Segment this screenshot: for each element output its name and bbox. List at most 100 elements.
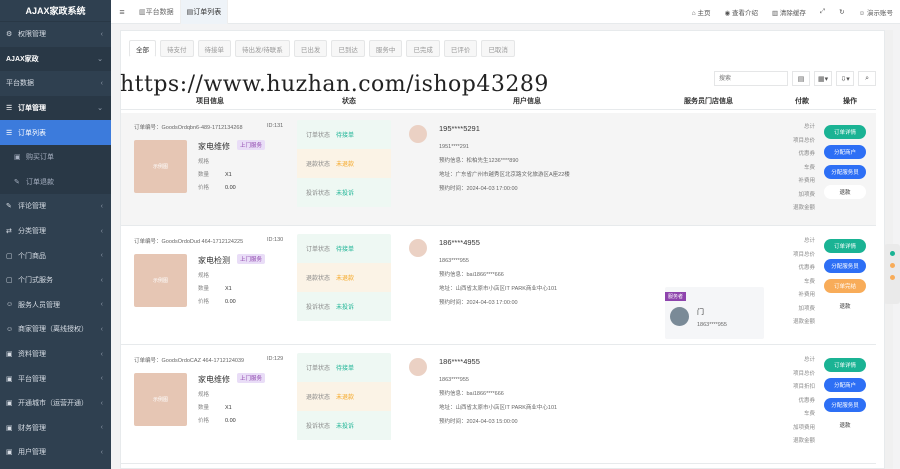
payment-label: 优惠券	[798, 397, 815, 404]
sidebar-item[interactable]: ☺ 服务人员管理 ‹	[0, 293, 111, 318]
user-avatar	[409, 125, 427, 143]
sidebar-item[interactable]: ▢ 个门式服务 ‹	[0, 268, 111, 293]
detail-label: 规格	[198, 273, 210, 279]
detail-label: 价格	[198, 299, 210, 305]
sidebar-item[interactable]: ☰ 订单列表	[0, 120, 111, 145]
sidebar-item[interactable]: 平台数据 ‹	[0, 71, 111, 96]
topbar-action[interactable]: ↻	[832, 8, 851, 16]
topbar-action[interactable]: ⌂ 主页	[685, 7, 718, 17]
status-tab[interactable]: 待出发/待联系	[235, 40, 290, 57]
action-button[interactable]: 退款	[824, 185, 866, 199]
sidebar-item[interactable]: ✎ 订单退款	[0, 169, 111, 195]
topbar-action[interactable]: ☺ 演示账号	[852, 7, 900, 17]
status-line: 投诉状态 未投诉	[297, 178, 391, 207]
action-button[interactable]: 分配商户	[824, 378, 866, 392]
sidebar-item[interactable]: ⚙ 权限管理 ‹	[0, 22, 111, 47]
payment-label: 项目总价	[792, 370, 815, 377]
status-dot-icon	[889, 263, 895, 268]
detail-line: 规格	[198, 156, 252, 169]
search-input[interactable]	[714, 71, 788, 86]
sidebar-item[interactable]: ▣ 开通城市（运营开通） ‹	[0, 391, 111, 416]
status-line: 订单状态 待接单	[297, 234, 391, 263]
product-details: 规格 数量 X1 价格 0.00	[198, 156, 252, 195]
action-buttons: 订单详情分配商户分配服务员退款	[824, 358, 869, 438]
status-tab[interactable]: 已评价	[443, 40, 478, 57]
detail-label: 数量	[198, 172, 210, 178]
action-button[interactable]: 退款	[824, 418, 866, 432]
action-buttons: 订单详情分配商户分配服务员退款	[824, 125, 869, 205]
action-button[interactable]: 分配服务员	[824, 165, 866, 179]
sidebar-item[interactable]: ▣ 购买订单	[0, 144, 111, 170]
user-detail-line: 预约信息：bai1866****666	[439, 391, 504, 397]
status-value: 待接单	[336, 133, 355, 139]
user-details: 1951****291 预约信息：松柏先生1236****890 地址：广东省广州市…	[439, 140, 570, 196]
detail-line: 价格 0.00	[198, 296, 252, 309]
export-icon[interactable]: ⇩▾	[836, 71, 855, 86]
action-button[interactable]: 订单详情	[824, 358, 866, 372]
payment-labels: 总计 项目总价 项目折扣 优惠券 车费 加项费用 退款金额	[768, 354, 815, 449]
sidebar-item-label: 订单管理	[18, 105, 46, 113]
payment-label: 总计	[803, 238, 815, 244]
topbar-action[interactable]: ◉ 查看介绍	[717, 7, 764, 17]
action-button[interactable]: 订单详情	[824, 239, 866, 253]
status-tab[interactable]: 已出发	[293, 40, 328, 57]
top-tab[interactable]: ▤ 订单列表	[180, 0, 229, 24]
status-tab[interactable]: 待接单	[197, 40, 231, 57]
floating-toolbar[interactable]	[884, 244, 900, 304]
topbar-action-label: 主页	[697, 9, 711, 17]
user-detail-line: 预约信息：bai1866****666	[439, 272, 504, 278]
status-tab[interactable]: 全部	[129, 40, 156, 57]
sidebar-item[interactable]: ▣ 用户管理 ‹	[0, 440, 111, 465]
action-button[interactable]: 分配商户	[824, 145, 866, 159]
sidebar-item[interactable]: AJAX家政 ⌄	[0, 46, 111, 72]
status-tab[interactable]: 服务中	[368, 40, 403, 57]
sidebar-item[interactable]: ☺ 商家管理（离线授权） ‹	[0, 317, 111, 342]
top-tab-label: 平台数据	[145, 8, 174, 16]
topbar-action[interactable]: ⤢	[813, 8, 832, 16]
status-tab[interactable]: 已到达	[331, 40, 365, 57]
status-tab[interactable]: 待支付	[160, 40, 194, 57]
provider-phone: 1863****955	[697, 322, 727, 328]
file-icon: ▣	[6, 375, 13, 383]
detail-label: 数量	[198, 405, 210, 411]
list-icon: ☰	[6, 105, 13, 113]
table-row: 订单编号：GoodsOrdoCAZ 464-1712124039 ID:129 示例…	[121, 346, 876, 464]
sidebar-item[interactable]: ▣ 资料管理 ‹	[0, 342, 111, 367]
product-name: 家电检测	[198, 256, 230, 265]
action-button[interactable]: 分配服务员	[824, 259, 866, 273]
sidebar-item[interactable]: ▣ 财务管理 ‹	[0, 416, 111, 441]
status-tab[interactable]: 已取消	[481, 40, 515, 57]
sidebar-item[interactable]: ▣ 平台管理 ‹	[0, 366, 111, 391]
status-tab[interactable]: 已完成	[406, 40, 440, 57]
sidebar-item[interactable]: ☰ 订单管理 ⌄	[0, 95, 111, 121]
sidebar-item[interactable]: ✎ 评论管理 ‹	[0, 194, 111, 219]
payment-label: 优惠券	[798, 151, 815, 157]
cart-icon: ▣	[14, 154, 21, 162]
topbar-action-label: 清除缓存	[779, 9, 806, 17]
columns-icon[interactable]: ▦▾	[814, 71, 833, 86]
provider-card: 服务者门 1863****955	[665, 287, 764, 339]
payment-label: 加项费用	[792, 424, 815, 431]
sidebar-item-label: 订单退款	[26, 178, 54, 186]
box-icon: ▢	[6, 277, 13, 285]
sidebar-item[interactable]: ⇄ 分类管理 ‹	[0, 219, 111, 244]
action-button[interactable]: 订单详情	[824, 125, 866, 139]
box-icon: ▢	[6, 252, 13, 260]
toggle-view-icon[interactable]: ▤	[792, 71, 810, 86]
action-button[interactable]: 分配服务员	[824, 398, 866, 412]
menu-toggle-icon[interactable]: ≡	[111, 7, 133, 17]
action-button[interactable]: 退款	[824, 299, 866, 313]
action-button[interactable]: 订单完结	[824, 279, 866, 293]
detail-line: 数量 X1	[198, 402, 252, 415]
top-tab[interactable]: ▥ 平台数据	[133, 0, 181, 24]
user-icon: ☺	[858, 9, 867, 17]
sidebar-item-label: 财务管理	[18, 424, 46, 432]
refresh-icon: ↻	[839, 8, 845, 16]
topbar-action[interactable]: ▥ 清除缓存	[765, 7, 813, 17]
status-line: 投诉状态 未投诉	[297, 292, 391, 321]
detail-label: 价格	[198, 418, 210, 424]
product-details: 规格 数量 X1 价格 0.00	[198, 270, 252, 309]
sidebar-item[interactable]: ▢ 个门商品 ‹	[0, 243, 111, 268]
column-header: 服务员门店信息	[684, 98, 733, 105]
search-icon[interactable]: ⌕	[858, 71, 877, 86]
